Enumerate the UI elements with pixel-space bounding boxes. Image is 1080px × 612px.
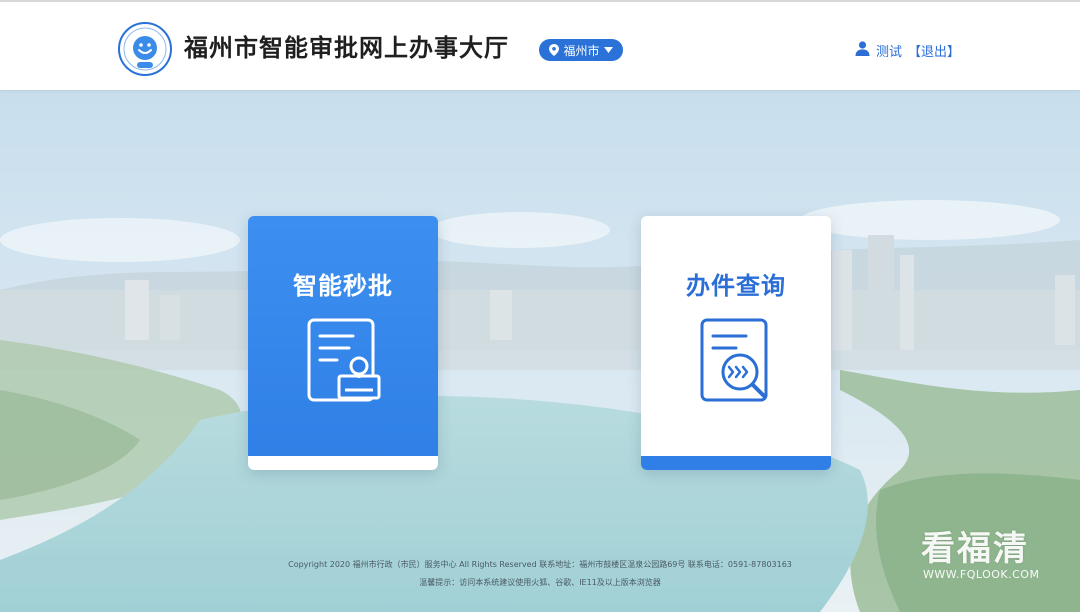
footer: Copyright 2020 福州市行政（市民）服务中心 All Rights … (0, 556, 1080, 592)
logout-link[interactable]: 【退出】 (908, 41, 960, 60)
user-name: 测试 (875, 45, 902, 60)
location-pin-icon (549, 44, 560, 56)
case-query-card[interactable]: 办件查询 (641, 216, 831, 470)
watermark: 看福清 WWW.FQLOOK.COM (921, 530, 1061, 581)
card-bottom-bar (641, 456, 831, 470)
document-stamp-icon (307, 318, 381, 402)
site-title: 福州市智能审批网上办事大厅 (184, 34, 509, 62)
watermark-text: 看福清 (921, 529, 1029, 569)
smart-approval-title: 智能秒批 (293, 272, 393, 300)
footer-copyright: Copyright 2020 福州市行政（市民）服务中心 All Rights … (288, 560, 792, 569)
city-select-dropdown[interactable]: 福州市 (539, 39, 623, 61)
city-select-value: 福州市 (563, 43, 600, 58)
card-bottom-bar (248, 456, 438, 470)
watermark-url: WWW.FQLOOK.COM (923, 568, 1040, 581)
top-header: 福州市智能审批网上办事大厅 福州市 测试 【退出】 (0, 0, 1080, 90)
logo-icon[interactable] (118, 22, 172, 76)
footer-browser-tip: 温馨提示：访问本系统建议使用火狐、谷歌、IE11及以上版本浏览器 (419, 578, 661, 587)
page: 福州市智能审批网上办事大厅 福州市 测试 【退出】 智能秒批 办件查询 Copy… (0, 0, 1080, 612)
user-icon (855, 41, 870, 60)
case-query-title: 办件查询 (686, 272, 786, 300)
smart-approval-card[interactable]: 智能秒批 (248, 216, 438, 470)
city-background-image (0, 90, 1080, 612)
user-area: 测试 【退出】 (855, 41, 960, 60)
caret-down-icon (603, 47, 613, 53)
document-search-icon (700, 318, 768, 402)
